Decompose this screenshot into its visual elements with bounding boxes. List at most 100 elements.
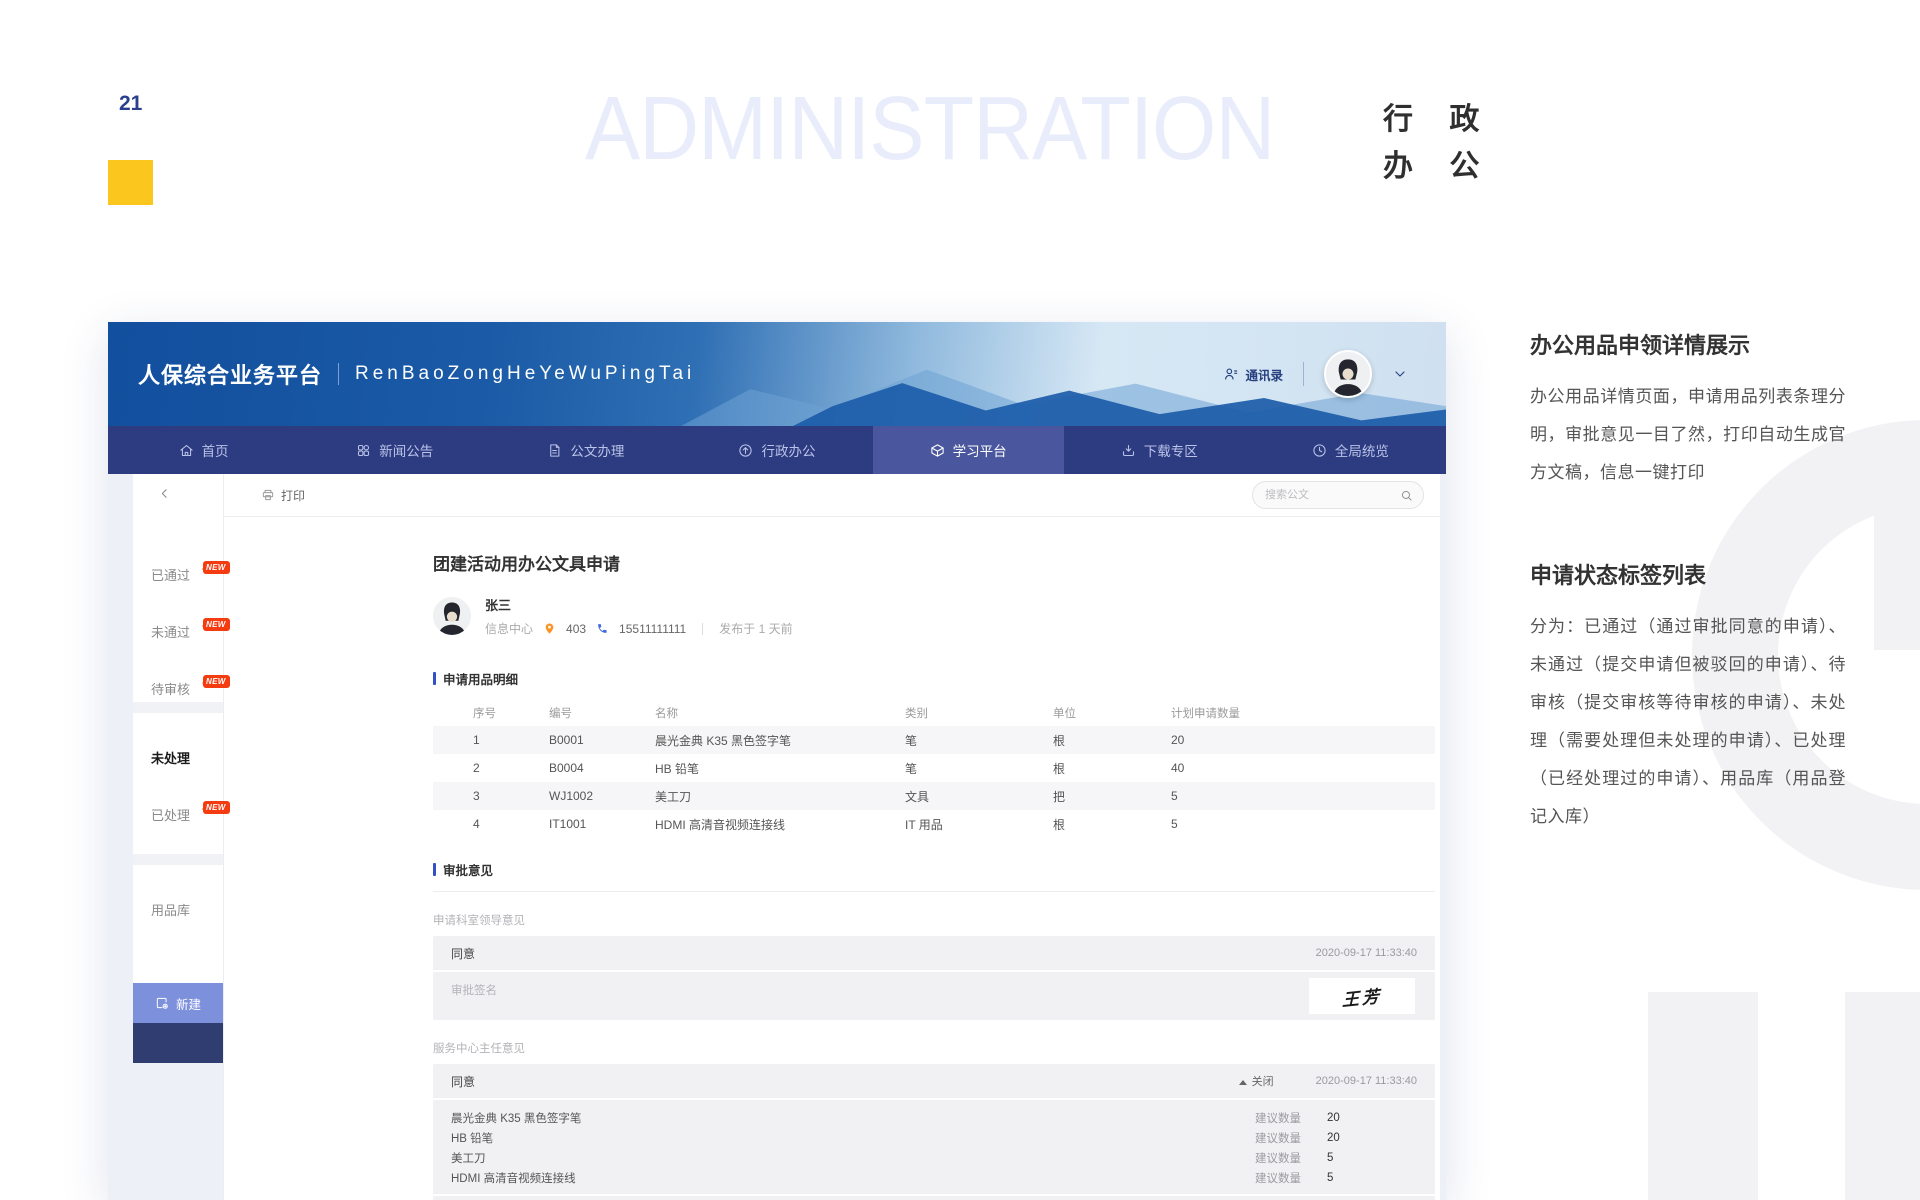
sidebar-item-pending-review[interactable]: 待审核 NEW: [151, 675, 230, 698]
home-icon: [179, 443, 194, 458]
collapse-control[interactable]: 关闭: [1238, 1073, 1274, 1089]
search-icon[interactable]: [1400, 489, 1413, 502]
description-panel: 办公用品申领详情展示 办公用品详情页面，申请用品列表条理分明，审批意见一目了然，…: [1530, 328, 1846, 836]
approval-block2: 同意 关闭 2020-09-17 11:33:40 晨光金典 K35 黑色签字笔…: [433, 1064, 1435, 1200]
phone-icon: [596, 622, 609, 635]
requester-dept: 信息中心: [485, 622, 534, 636]
sidebar-item-approved[interactable]: 已通过 NEW: [151, 561, 230, 584]
approval-timestamp: 2020-09-17 11:33:40: [1315, 947, 1417, 959]
document-icon: [547, 443, 562, 458]
brand: 人保综合业务平台 RenBaoZongHeYeWuPingTai: [138, 322, 695, 426]
design-showcase-page: 21 ADMINISTRATION 行 政 办 公 办公用品申领详情展示 办公用…: [0, 0, 1920, 1200]
nav-item-administration[interactable]: 行政办公: [681, 426, 872, 474]
sidebar-item-unprocessed[interactable]: 未处理: [151, 748, 221, 767]
sidebar-item-rejected[interactable]: 未通过 NEW: [151, 618, 230, 641]
new-badge: NEW: [202, 561, 230, 574]
print-button[interactable]: 打印: [261, 487, 305, 504]
background-watermark: ADMINISTRATION: [585, 79, 1275, 179]
signature-box: 王芳: [1309, 978, 1415, 1014]
decorative-bar: [1845, 992, 1920, 1200]
grid-icon: [356, 443, 371, 458]
section-bar: [433, 863, 436, 876]
yellow-accent-square: [108, 160, 153, 205]
printer-icon: [261, 488, 275, 502]
requester-phone: 15511111111: [619, 621, 687, 636]
nav-item-downloads[interactable]: 下载专区: [1064, 426, 1255, 474]
new-badge: NEW: [202, 801, 230, 814]
requester-row: 张三 信息中心 403 15511111111 发布于 1 天前: [433, 595, 1435, 637]
approval-decision: 同意: [451, 946, 476, 961]
brand-name-en: RenBaoZongHeYeWuPingTai: [355, 363, 696, 384]
requester-name: 张三: [485, 598, 512, 613]
panel-section1-body: 办公用品详情页面，申请用品列表条理分明，审批意见一目了然，打印自动生成官方文稿，…: [1530, 387, 1846, 482]
sidebar-item-processed[interactable]: 已处理 NEW: [151, 801, 230, 824]
main-nav: 首页 新闻公告 公文办理 行政办公 学习平台 下载专区 全局统览: [108, 426, 1446, 474]
table-row: 2 B0004 HB 铅笔 笔 根 40: [473, 761, 1185, 776]
approval-decision: 同意: [451, 1074, 476, 1089]
items-section-header: 申请用品明细: [433, 669, 1435, 688]
sidebar-divider: [133, 854, 223, 865]
toolbar: 打印: [223, 474, 1440, 517]
brand-divider: [338, 363, 340, 385]
header-divider: [1303, 362, 1304, 386]
nav-item-overview[interactable]: 全局统览: [1255, 426, 1446, 474]
table-row: 4 IT1001 HDMI 高清音视频连接线 IT 用品 根 5: [473, 817, 1178, 832]
contacts-link[interactable]: 通讯录: [1223, 365, 1283, 384]
nav-item-home[interactable]: 首页: [108, 426, 299, 474]
create-new-button[interactable]: 新建: [133, 983, 223, 1023]
meta-divider: [702, 622, 704, 635]
collapse-triangle-icon: [1238, 1076, 1247, 1085]
requester-avatar: [433, 597, 471, 635]
published-time: 发布于 1 天前: [719, 622, 793, 636]
sidebar-footer-block: [133, 1023, 223, 1063]
new-badge: NEW: [202, 618, 230, 631]
compass-icon: [738, 443, 753, 458]
corner-title-line2: 办 公: [1383, 150, 1494, 183]
sidebar-gap: [133, 1063, 223, 1200]
requester-room: 403: [566, 621, 587, 636]
nav-item-learning[interactable]: 学习平台: [872, 426, 1064, 474]
approval-block1: 同意 2020-09-17 11:33:40 审批签名 王芳: [433, 936, 1435, 1020]
search-box: [1252, 481, 1424, 509]
approval-timestamp: 2020-09-17 11:33:40: [1315, 1075, 1417, 1087]
chevron-left-icon[interactable]: [157, 486, 172, 501]
suggestion-row: 美工刀 建议数量 5: [451, 1152, 1334, 1165]
panel-section2-title: 申请状态标签列表: [1530, 563, 1707, 588]
page-number: 21: [119, 92, 143, 115]
suggestion-row: HDMI 高清音视频连接线 建议数量 5: [451, 1172, 1334, 1185]
approval-section-header: 审批意见: [433, 860, 1435, 892]
table-row: 1 B0001 晨光金典 K35 黑色签字笔 笔 根 20: [433, 726, 1435, 754]
contacts-label: 通讯录: [1245, 368, 1283, 383]
new-doc-icon: [155, 996, 169, 1010]
panel-section2-body: 分为：已通过（通过审批同意的申请）、未通过（提交申请但被驳回的申请）、待审核（提…: [1530, 617, 1846, 826]
suggestion-list: 晨光金典 K35 黑色签字笔 建议数量 20 HB 铅笔 建议数量 20 美工刀: [433, 1100, 1435, 1196]
approval-block1-label: 申请科室领导意见: [433, 915, 525, 927]
suggestion-row: HB 铅笔 建议数量 20: [451, 1132, 1340, 1145]
chevron-down-icon[interactable]: [1392, 366, 1408, 382]
decorative-bar: [1874, 470, 1920, 650]
app-header: 人保综合业务平台 RenBaoZongHeYeWuPingTai 通讯录: [108, 322, 1446, 426]
table-row: 3 WJ1002 美工刀 文具 把 5: [433, 782, 1435, 810]
table-header-row: 序号 编号 名称 类别 单位 计划申请数量: [473, 708, 1240, 720]
section-bar: [433, 672, 436, 685]
sidebar-item-supplies-store[interactable]: 用品库: [151, 900, 221, 919]
nav-item-documents[interactable]: 公文办理: [490, 426, 681, 474]
clock-icon: [1312, 443, 1327, 458]
cube-icon: [930, 443, 945, 458]
user-avatar[interactable]: [1324, 350, 1372, 398]
brand-name-cn: 人保综合业务平台: [138, 363, 323, 388]
corner-title-line1: 行 政: [1383, 103, 1494, 136]
nav-item-news[interactable]: 新闻公告: [299, 426, 490, 474]
items-table: 序号 编号 名称 类别 单位 计划申请数量 1 B0001 晨光金典 K35 黑…: [433, 700, 1435, 838]
download-icon: [1121, 443, 1136, 458]
new-badge: NEW: [202, 675, 230, 688]
request-detail: 团建活动用办公文具申请 张三 信息中心 403 15511111111 发布于 …: [433, 516, 1435, 1200]
corner-title: 行 政 办 公: [1383, 96, 1493, 190]
search-input[interactable]: [1263, 488, 1394, 502]
signature: 王芳: [1342, 986, 1382, 1010]
request-title: 团建活动用办公文具申请: [433, 555, 620, 574]
sidebar-divider: [133, 702, 223, 713]
panel-section1-title: 办公用品申领详情展示: [1530, 333, 1751, 358]
contacts-icon: [1223, 366, 1239, 382]
suggestion-row: 晨光金典 K35 黑色签字笔 建议数量 20: [451, 1112, 1340, 1125]
